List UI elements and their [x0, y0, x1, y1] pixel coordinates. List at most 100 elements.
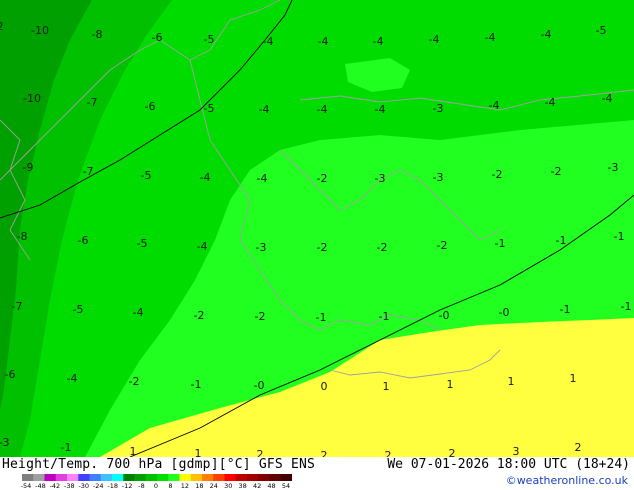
value-label: 1 [570, 372, 577, 385]
value-label: -2 [551, 165, 562, 178]
value-label: -1 [556, 234, 567, 247]
value-label: -10 [23, 92, 41, 105]
value-label: 1 [383, 380, 390, 393]
color-scale-tick: 54 [281, 482, 291, 490]
value-label: -1 [495, 237, 506, 250]
color-scale-tick: -48 [35, 482, 46, 490]
value-label: -2 [194, 309, 205, 322]
value-label: 2 [385, 449, 392, 457]
value-label: -3 [433, 102, 444, 115]
value-label: -5 [137, 237, 148, 250]
value-label: -4 [259, 103, 270, 116]
value-label: -3 [375, 172, 386, 185]
value-label: -3 [256, 241, 267, 254]
value-label: -7 [83, 165, 94, 178]
value-label: -2 [255, 310, 266, 323]
color-scale-tick: 48 [267, 482, 276, 490]
color-scale-tick: -8 [138, 482, 145, 490]
value-label: -4 [67, 372, 78, 385]
value-label: -4 [263, 35, 274, 48]
temperature-map: 2-10-8-6-5-4-4-4-4-4-4-5-10-7-6-5-4-4-4-… [0, 0, 634, 457]
value-label: -8 [17, 230, 28, 243]
value-label: -4 [200, 171, 211, 184]
value-label: -1 [61, 441, 72, 454]
value-label: -2 [317, 172, 328, 185]
value-label: -4 [541, 28, 552, 41]
value-label: -4 [373, 35, 384, 48]
color-scale-swatch [157, 474, 169, 481]
value-label: 1 [130, 445, 137, 457]
color-scale-swatch [89, 474, 102, 481]
value-label: -8 [92, 28, 103, 41]
color-scale-tick: -54 [20, 482, 32, 490]
color-scale-tick: 0 [153, 482, 159, 490]
color-scale-swatch [145, 474, 158, 481]
valid-time: We 07-01-2026 18:00 UTC (18+24) [387, 457, 630, 472]
value-label: -1 [191, 378, 202, 391]
color-scale-swatch [112, 474, 124, 481]
value-label: -1 [621, 300, 632, 313]
color-scale-swatch [100, 474, 113, 481]
value-label: -4 [429, 33, 440, 46]
value-label: 0 [321, 380, 328, 393]
color-scale-bar [22, 474, 292, 481]
value-label: -4 [257, 172, 268, 185]
value-label: -2 [377, 241, 388, 254]
value-label: -9 [23, 161, 34, 174]
value-label: -4 [318, 35, 329, 48]
value-label: -2 [317, 241, 328, 254]
value-label: -5 [141, 169, 152, 182]
color-scale-swatch [190, 474, 203, 481]
color-scale-swatch [55, 474, 68, 481]
color-scale-swatch [179, 474, 192, 481]
value-label: -1 [560, 303, 571, 316]
value-label: -6 [78, 234, 89, 247]
value-label: -4 [317, 103, 328, 116]
color-scale-swatch [202, 474, 214, 481]
value-label: 1 [195, 447, 202, 457]
value-label: -4 [602, 92, 613, 105]
value-label: 2 [321, 449, 328, 457]
value-label: -5 [204, 33, 215, 46]
value-label: -5 [596, 24, 607, 37]
value-label: -2 [437, 239, 448, 252]
value-label: 2 [575, 441, 582, 454]
value-label: -4 [133, 306, 144, 319]
value-label: -4 [489, 99, 500, 112]
value-label: 2 [449, 447, 456, 457]
color-scale-swatch [235, 474, 248, 481]
color-scale-tick: 12 [180, 482, 190, 490]
value-label: -0 [499, 306, 510, 319]
value-label: -2 [129, 375, 140, 388]
credit-link[interactable]: ©weatheronline.co.uk [506, 474, 628, 487]
value-label: -7 [87, 96, 98, 109]
value-label: -1 [316, 311, 327, 324]
color-scale-tick: 24 [209, 482, 218, 490]
color-scale-swatch [44, 474, 57, 481]
color-scale-swatch [67, 474, 79, 481]
color-scale-swatch [258, 474, 270, 481]
color-scale-tick: 18 [195, 482, 204, 490]
value-label: -4 [485, 31, 496, 44]
value-label: 1 [508, 375, 515, 388]
color-scale-tick: -38 [64, 482, 75, 490]
color-scale-swatch [33, 474, 45, 481]
value-label: -4 [545, 96, 556, 109]
value-label: -6 [5, 368, 16, 381]
value-label: 2 [257, 448, 264, 457]
map-title: Height/Temp. 700 hPa [gdmp][°C] GFS ENS [2, 457, 316, 472]
color-scale-tick: 30 [224, 482, 233, 490]
value-label: -2 [492, 168, 503, 181]
value-label: 1 [447, 378, 454, 391]
color-scale-tick: -42 [49, 482, 61, 490]
color-scale-swatch [269, 474, 282, 481]
value-label: -1 [379, 310, 390, 323]
color-scale-tick: -18 [107, 482, 118, 490]
color-scale-tick: 38 [238, 482, 247, 490]
value-label: -1 [614, 230, 625, 243]
color-scale-swatch [224, 474, 237, 481]
value-label: -10 [31, 24, 49, 37]
value-label: 3 [513, 445, 520, 457]
color-scale-tick: -30 [78, 482, 90, 490]
value-label: -3 [608, 161, 619, 174]
